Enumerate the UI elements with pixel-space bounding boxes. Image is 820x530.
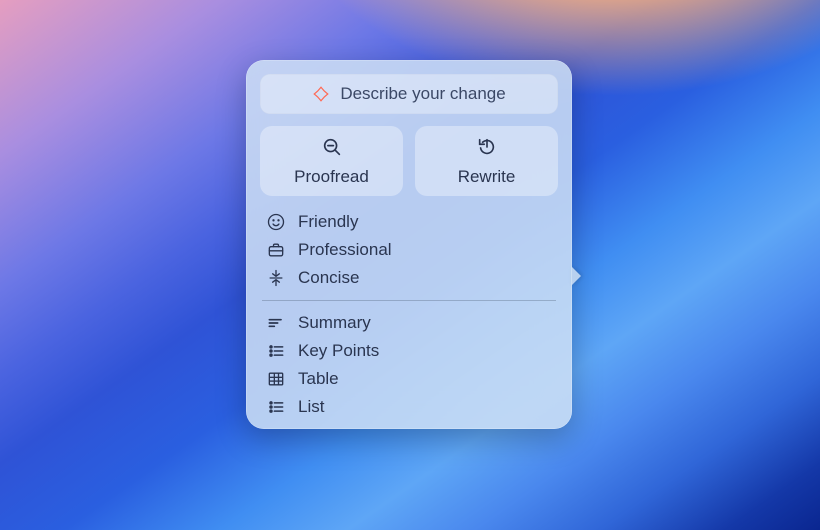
menu-item-keypoints[interactable]: Key Points bbox=[260, 337, 558, 365]
compress-icon bbox=[266, 268, 286, 288]
writing-tools-panel: Describe your change Proofread Rewri bbox=[246, 60, 572, 429]
menu-item-professional[interactable]: Professional bbox=[260, 236, 558, 264]
proofread-label: Proofread bbox=[294, 167, 369, 187]
describe-change-input[interactable]: Describe your change bbox=[260, 74, 558, 114]
menu-item-table[interactable]: Table bbox=[260, 365, 558, 393]
list-icon bbox=[266, 397, 286, 417]
callout-arrow bbox=[571, 266, 581, 286]
describe-change-placeholder: Describe your change bbox=[340, 84, 505, 104]
menu-item-summary[interactable]: Summary bbox=[260, 309, 558, 337]
proofread-button[interactable]: Proofread bbox=[260, 126, 403, 196]
proofread-icon bbox=[321, 136, 343, 163]
smile-icon bbox=[266, 212, 286, 232]
menu-item-friendly[interactable]: Friendly bbox=[260, 208, 558, 236]
tone-section: Friendly Professional bbox=[260, 208, 558, 292]
ai-spark-icon bbox=[312, 85, 330, 103]
rewrite-label: Rewrite bbox=[458, 167, 516, 187]
menu-item-label: Key Points bbox=[298, 341, 379, 361]
menu-item-label: Friendly bbox=[298, 212, 358, 232]
rewrite-icon bbox=[476, 136, 498, 163]
menu-item-label: Summary bbox=[298, 313, 371, 333]
menu-item-label: List bbox=[298, 397, 324, 417]
keypoints-icon bbox=[266, 341, 286, 361]
menu-item-label: Concise bbox=[298, 268, 359, 288]
menu-item-concise[interactable]: Concise bbox=[260, 264, 558, 292]
menu-item-label: Professional bbox=[298, 240, 392, 260]
table-icon bbox=[266, 369, 286, 389]
format-section: Summary Key Points bbox=[260, 309, 558, 421]
briefcase-icon bbox=[266, 240, 286, 260]
rewrite-button[interactable]: Rewrite bbox=[415, 126, 558, 196]
summary-icon bbox=[266, 313, 286, 333]
menu-item-list[interactable]: List bbox=[260, 393, 558, 421]
menu-item-label: Table bbox=[298, 369, 339, 389]
section-divider bbox=[262, 300, 556, 301]
